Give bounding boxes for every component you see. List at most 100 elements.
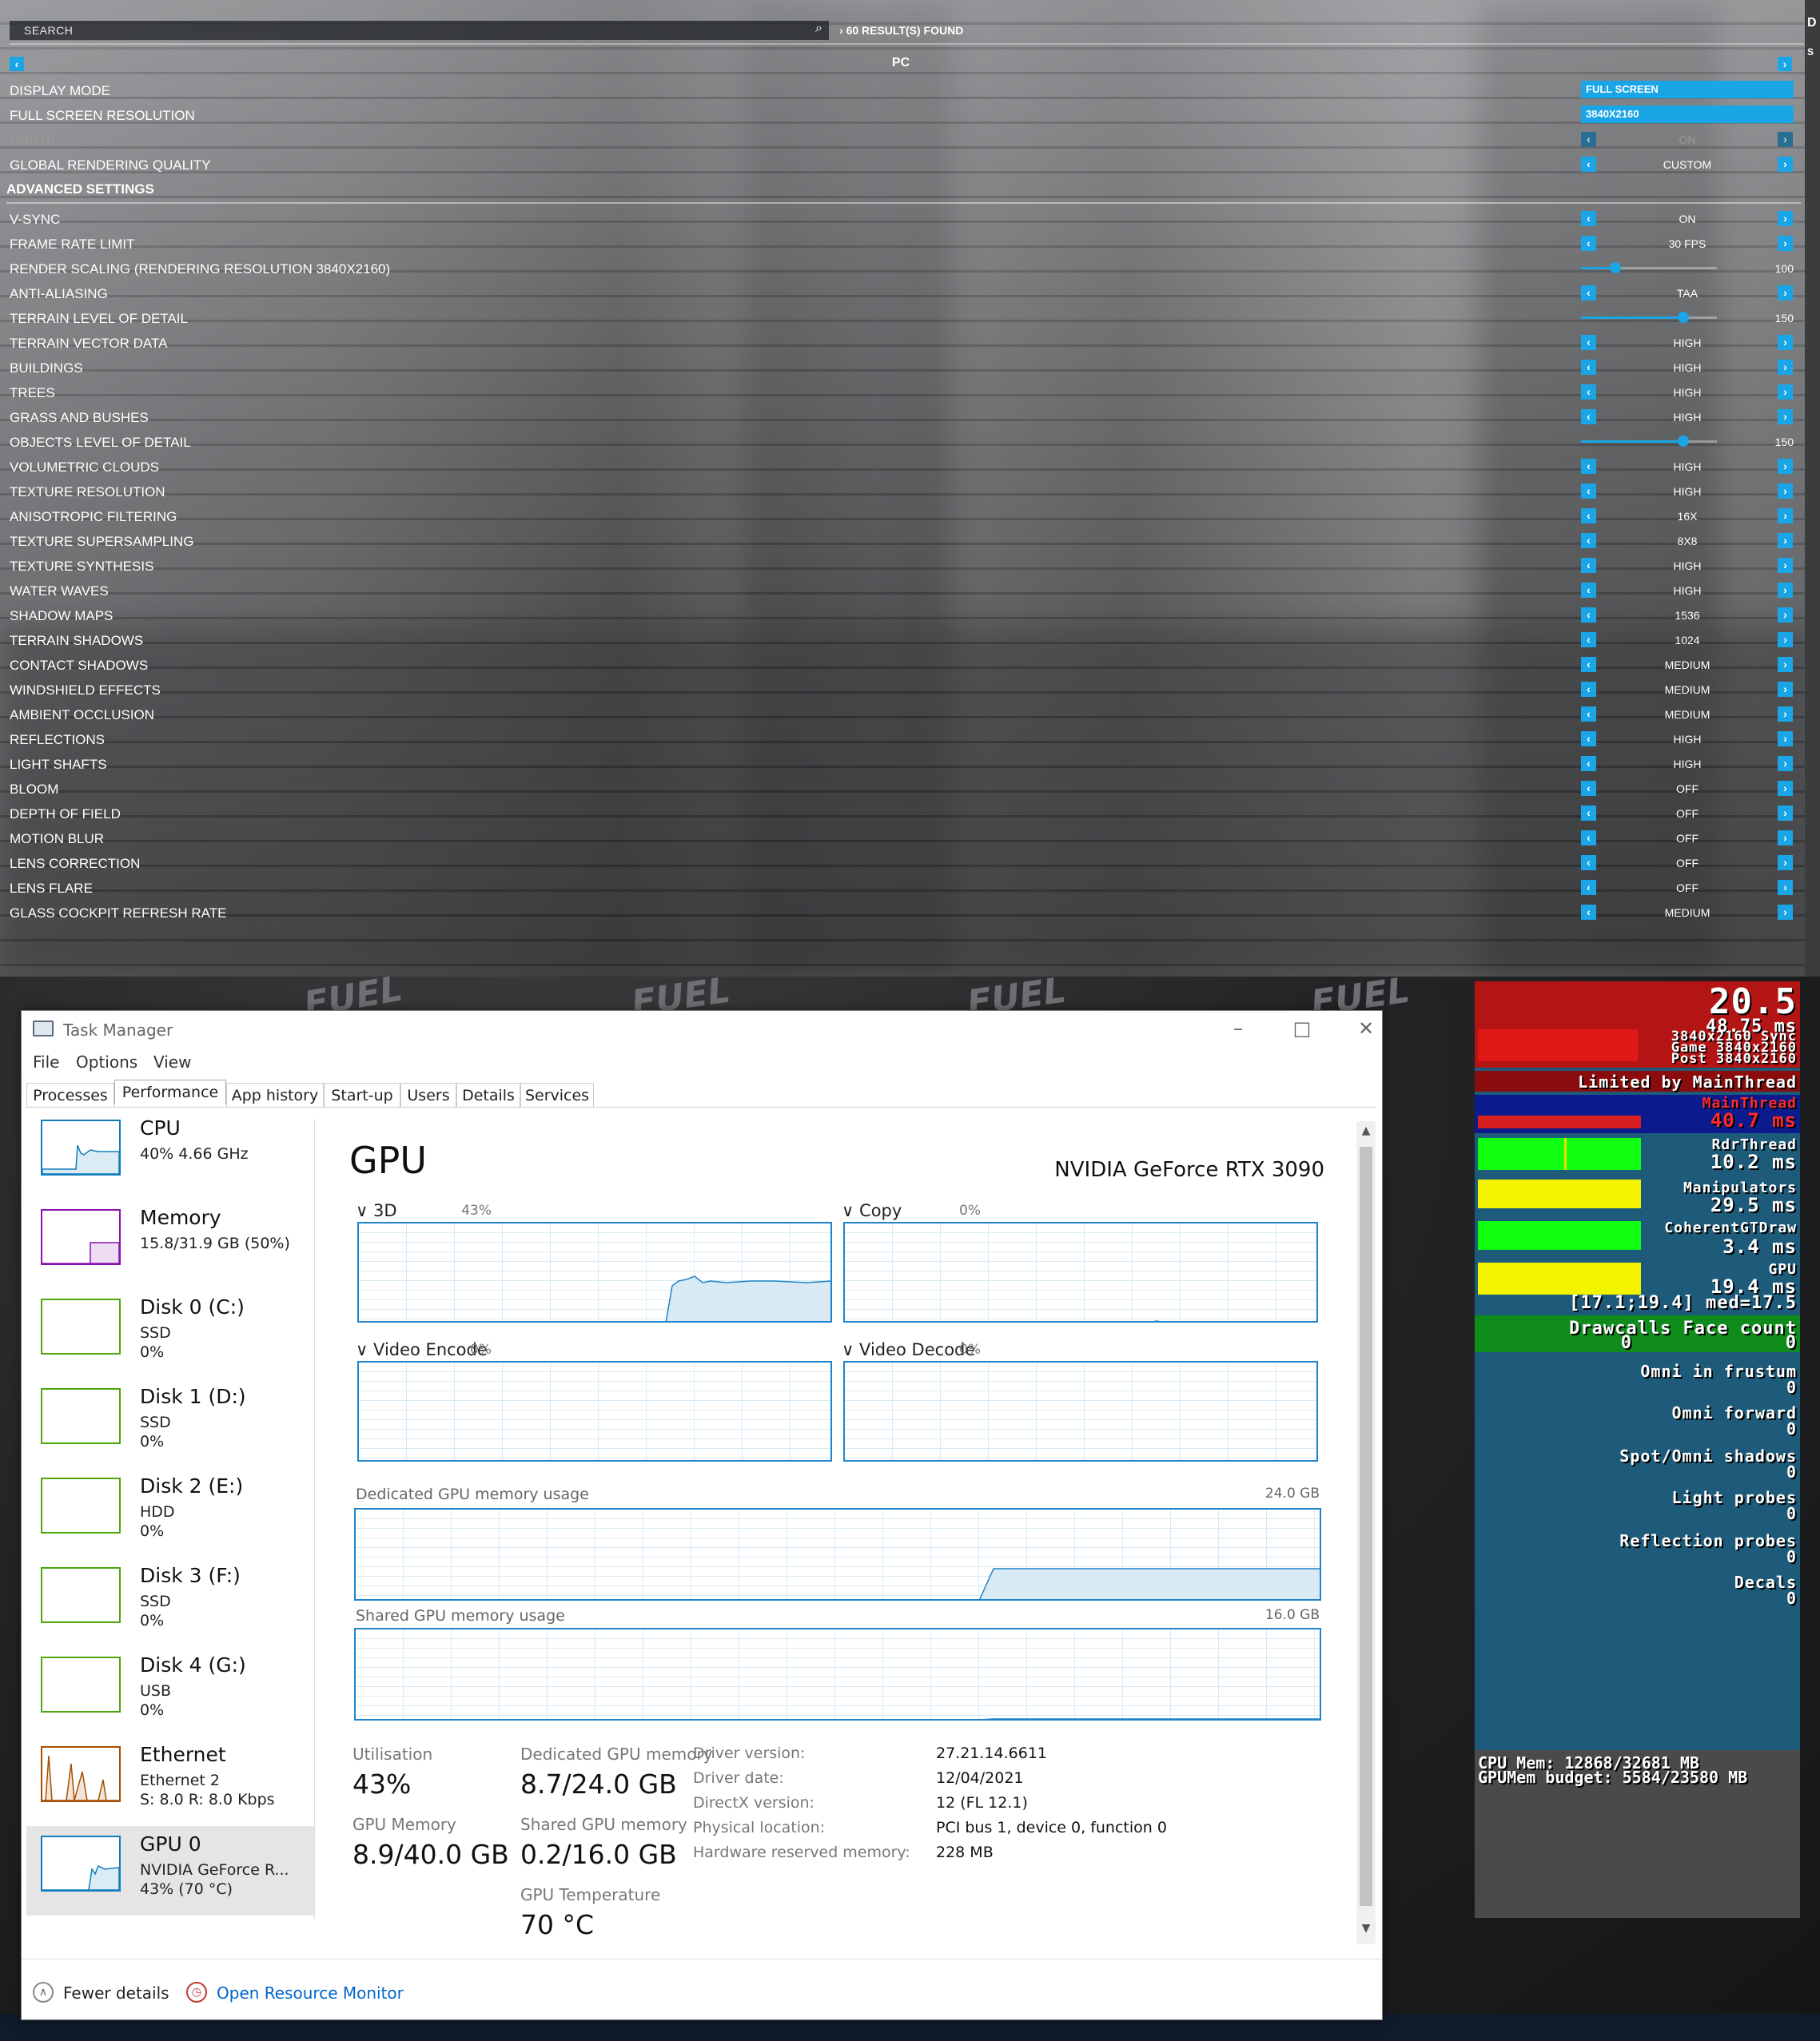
close-button[interactable]: ✕	[1350, 1016, 1382, 1041]
chevron-left-icon[interactable]: ‹	[1581, 706, 1596, 722]
chevron-right-icon[interactable]: ›	[1778, 682, 1793, 697]
chevron-right-icon[interactable]: ›	[1778, 459, 1793, 474]
setting-row[interactable]: LENS CORRECTION ‹ OFF ›	[0, 850, 1805, 875]
chevron-left-icon[interactable]: ‹	[1581, 459, 1596, 474]
sidebar-item[interactable]: GPU 0 NVIDIA GeForce R... 43% (70 °C)	[26, 1826, 314, 1916]
chevron-left-icon[interactable]: ‹	[1581, 632, 1596, 647]
sidebar-item[interactable]: CPU 40% 4.66 GHz	[26, 1110, 314, 1200]
sidebar-item[interactable]: Memory 15.8/31.9 GB (50%)	[26, 1200, 314, 1289]
chevron-left-icon[interactable]: ‹	[1581, 583, 1596, 598]
setting-row[interactable]: LIGHT SHAFTS ‹ HIGH ›	[0, 751, 1805, 776]
sidebar-item[interactable]: Ethernet Ethernet 2 S: 8.0 R: 8.0 Kbps	[26, 1737, 314, 1826]
setting-row[interactable]: V-SYNC ‹ ON ›	[0, 206, 1805, 231]
scroll-down-icon[interactable]: ▼	[1356, 1922, 1376, 1940]
maximize-button[interactable]: □	[1286, 1016, 1318, 1041]
scrollbar[interactable]: ▲ ▼	[1356, 1121, 1376, 1944]
chevron-left-icon[interactable]: ‹	[1581, 236, 1596, 251]
setting-slider[interactable]	[1581, 436, 1717, 447]
chevron-left-icon[interactable]: ‹	[1581, 781, 1596, 796]
setting-row[interactable]: DEPTH OF FIELD ‹ OFF ›	[0, 801, 1805, 826]
engine-3d-label[interactable]: ∨ 3D	[356, 1201, 397, 1220]
tab-services[interactable]: Services	[520, 1083, 594, 1107]
chevron-right-icon[interactable]: ›	[1778, 607, 1793, 623]
setting-row[interactable]: SHADOW MAPS ‹ 1536 ›	[0, 603, 1805, 627]
chevron-right-icon[interactable]: ›	[1778, 657, 1793, 672]
chevron-left-icon[interactable]: ‹	[1581, 756, 1596, 771]
setting-row[interactable]: GRASS AND BUSHES ‹ HIGH ›	[0, 404, 1805, 429]
chevron-right-icon[interactable]: ›	[1778, 211, 1793, 226]
setting-row[interactable]: VOLUMETRIC CLOUDS ‹ HIGH ›	[0, 454, 1805, 479]
setting-row[interactable]: BLOOM ‹ OFF ›	[0, 776, 1805, 801]
chevron-right-icon[interactable]: ›	[1778, 285, 1793, 300]
chevron-left-icon[interactable]: ‹	[1581, 558, 1596, 573]
setting-slider[interactable]	[1581, 312, 1717, 323]
setting-row[interactable]: WINDSHIELD EFFECTS ‹ MEDIUM ›	[0, 677, 1805, 702]
menu-options[interactable]: Options	[76, 1052, 137, 1072]
setting-row[interactable]: WATER WAVES ‹ HIGH ›	[0, 578, 1805, 603]
chevron-left-icon[interactable]: ‹	[1581, 360, 1596, 375]
search-input[interactable]: SEARCH ⌕	[10, 21, 829, 41]
chevron-right-icon[interactable]: ›	[1778, 905, 1793, 920]
chevron-right-icon[interactable]: ›	[1778, 880, 1793, 895]
setting-row[interactable]: ANTI-ALIASING ‹ TAA ›	[0, 280, 1805, 305]
slider-knob[interactable]	[1677, 436, 1689, 447]
setting-row[interactable]: FULL SCREEN RESOLUTION 3840X2160	[0, 102, 1805, 127]
sidebar-item[interactable]: Disk 1 (D:) SSD 0%	[26, 1379, 314, 1468]
chevron-right-icon[interactable]: ›	[1778, 533, 1793, 548]
chevron-right-icon[interactable]: ›	[1778, 384, 1793, 400]
setting-row[interactable]: TERRAIN LEVEL OF DETAIL 150	[0, 305, 1805, 330]
chevron-right-icon[interactable]: ›	[1778, 830, 1793, 845]
chevron-left-icon[interactable]: ‹	[1581, 682, 1596, 697]
setting-row[interactable]: TEXTURE SUPERSAMPLING ‹ 8X8 ›	[0, 528, 1805, 553]
chevron-right-icon[interactable]: ›	[1778, 781, 1793, 796]
setting-row[interactable]: FRAME RATE LIMIT ‹ 30 FPS ›	[0, 231, 1805, 256]
chevron-right-icon[interactable]: ›	[1778, 632, 1793, 647]
chevron-left-icon[interactable]: ‹	[1581, 880, 1596, 895]
chevron-right-icon[interactable]: ›	[1778, 508, 1793, 523]
chevron-right-icon[interactable]: ›	[1778, 483, 1793, 499]
tab-processes[interactable]: Processes	[26, 1083, 114, 1107]
sidebar-item[interactable]: Disk 4 (G:) USB 0%	[26, 1647, 314, 1737]
setting-row[interactable]: TEXTURE RESOLUTION ‹ HIGH ›	[0, 479, 1805, 503]
setting-row[interactable]: BUILDINGS ‹ HIGH ›	[0, 355, 1805, 380]
prev-section-button[interactable]: ‹	[10, 57, 24, 71]
setting-row[interactable]: MOTION BLUR ‹ OFF ›	[0, 826, 1805, 850]
chevron-right-icon[interactable]: ›	[1778, 558, 1793, 573]
slider-knob[interactable]	[1609, 262, 1621, 273]
chevron-right-icon[interactable]: ›	[1778, 756, 1793, 771]
chevron-left-icon[interactable]: ‹	[1581, 157, 1596, 172]
chevron-left-icon[interactable]: ‹	[1581, 409, 1596, 424]
sidebar-item[interactable]: Disk 0 (C:) SSD 0%	[26, 1289, 314, 1379]
chevron-left-icon[interactable]: ‹	[1581, 830, 1596, 845]
chevron-left-icon[interactable]: ‹	[1581, 607, 1596, 623]
engine-copy-label[interactable]: ∨ Copy	[842, 1201, 902, 1220]
setting-dropdown[interactable]: 3840X2160	[1581, 105, 1794, 123]
title-bar[interactable]: Task Manager – □ ✕	[22, 1011, 1382, 1046]
menu-file[interactable]: File	[33, 1052, 59, 1072]
setting-row[interactable]: RENDER SCALING (RENDERING RESOLUTION 384…	[0, 256, 1805, 280]
setting-row[interactable]: LENS FLARE ‹ OFF ›	[0, 875, 1805, 900]
chevron-right-icon[interactable]: ›	[1778, 583, 1793, 598]
setting-row[interactable]: CONTACT SHADOWS ‹ MEDIUM ›	[0, 652, 1805, 677]
chevron-right-icon[interactable]: ›	[1778, 731, 1793, 746]
tab-performance[interactable]: Performance	[114, 1080, 226, 1104]
tab-details[interactable]: Details	[456, 1083, 520, 1107]
fewer-details-link[interactable]: Fewer details	[63, 1983, 169, 2003]
menu-view[interactable]: View	[153, 1052, 191, 1072]
setting-slider[interactable]	[1581, 262, 1717, 273]
chevron-right-icon[interactable]: ›	[1778, 409, 1793, 424]
setting-row[interactable]: TEXTURE SYNTHESIS ‹ HIGH ›	[0, 553, 1805, 578]
sidebar-item[interactable]: Disk 2 (E:) HDD 0%	[26, 1468, 314, 1558]
tab-app-history[interactable]: App history	[226, 1083, 324, 1107]
tab-users[interactable]: Users	[400, 1083, 456, 1107]
setting-row[interactable]: REFLECTIONS ‹ HIGH ›	[0, 726, 1805, 751]
chevron-left-icon[interactable]: ‹	[1581, 335, 1596, 350]
chevron-left-icon[interactable]: ‹	[1581, 855, 1596, 870]
chevron-right-icon[interactable]: ›	[1778, 855, 1793, 870]
chevron-left-icon[interactable]: ‹	[1581, 731, 1596, 746]
chevron-left-icon[interactable]: ‹	[1581, 384, 1596, 400]
minimize-button[interactable]: –	[1222, 1016, 1254, 1041]
chevron-right-icon[interactable]: ›	[1778, 706, 1793, 722]
setting-row[interactable]: ANISOTROPIC FILTERING ‹ 16X ›	[0, 503, 1805, 528]
chevron-right-icon[interactable]: ›	[1778, 806, 1793, 821]
